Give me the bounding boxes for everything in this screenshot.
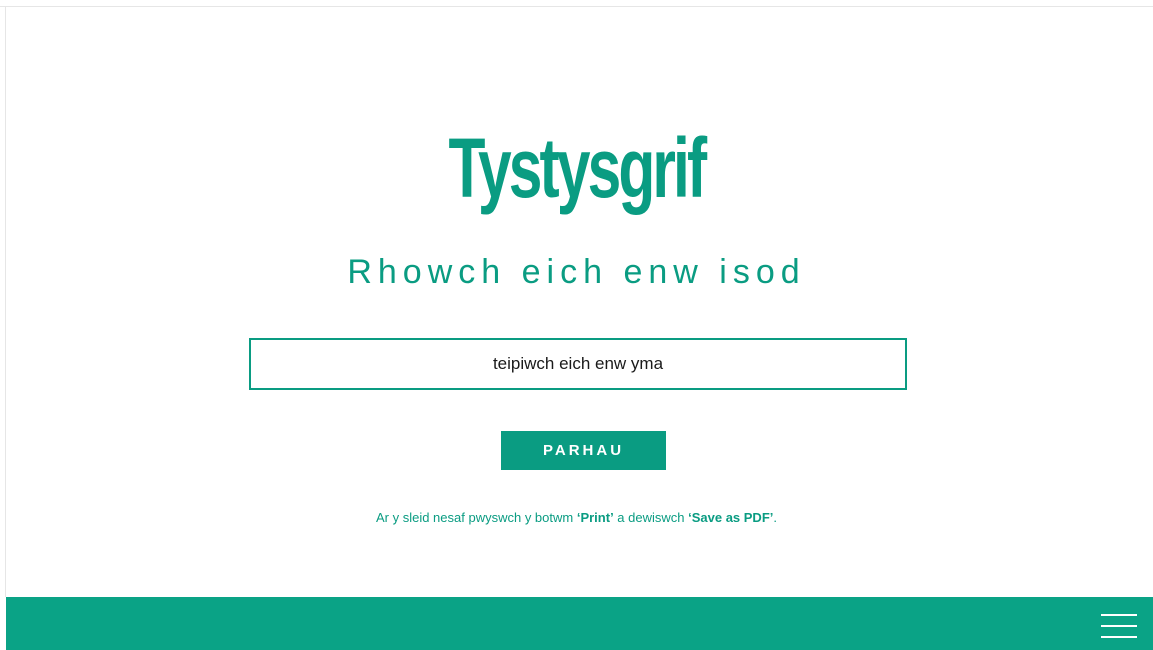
page-title: Tystysgrif: [448, 121, 707, 215]
menu-line: [1101, 636, 1137, 638]
menu-line: [1101, 625, 1137, 627]
instructions-text-after: .: [773, 510, 778, 525]
menu-line: [1101, 614, 1137, 616]
top-border: [0, 0, 1153, 7]
hamburger-menu-icon[interactable]: [1101, 612, 1137, 639]
instructions-text-middle: a dewiswch: [613, 510, 689, 525]
name-input[interactable]: [249, 338, 907, 390]
page-subtitle: Rhowch eich enw isod: [347, 253, 806, 291]
footer-bar: [6, 597, 1153, 650]
save-as-pdf-label: ‘Save as PDF’: [688, 510, 774, 525]
continue-button[interactable]: PARHAU: [501, 431, 666, 470]
print-label: ‘Print’: [576, 510, 614, 525]
instructions-text: Ar y sleid nesaf pwyswch y botwm ‘Print’…: [0, 509, 1153, 527]
instructions-text-before: Ar y sleid nesaf pwyswch y botwm: [375, 510, 577, 525]
